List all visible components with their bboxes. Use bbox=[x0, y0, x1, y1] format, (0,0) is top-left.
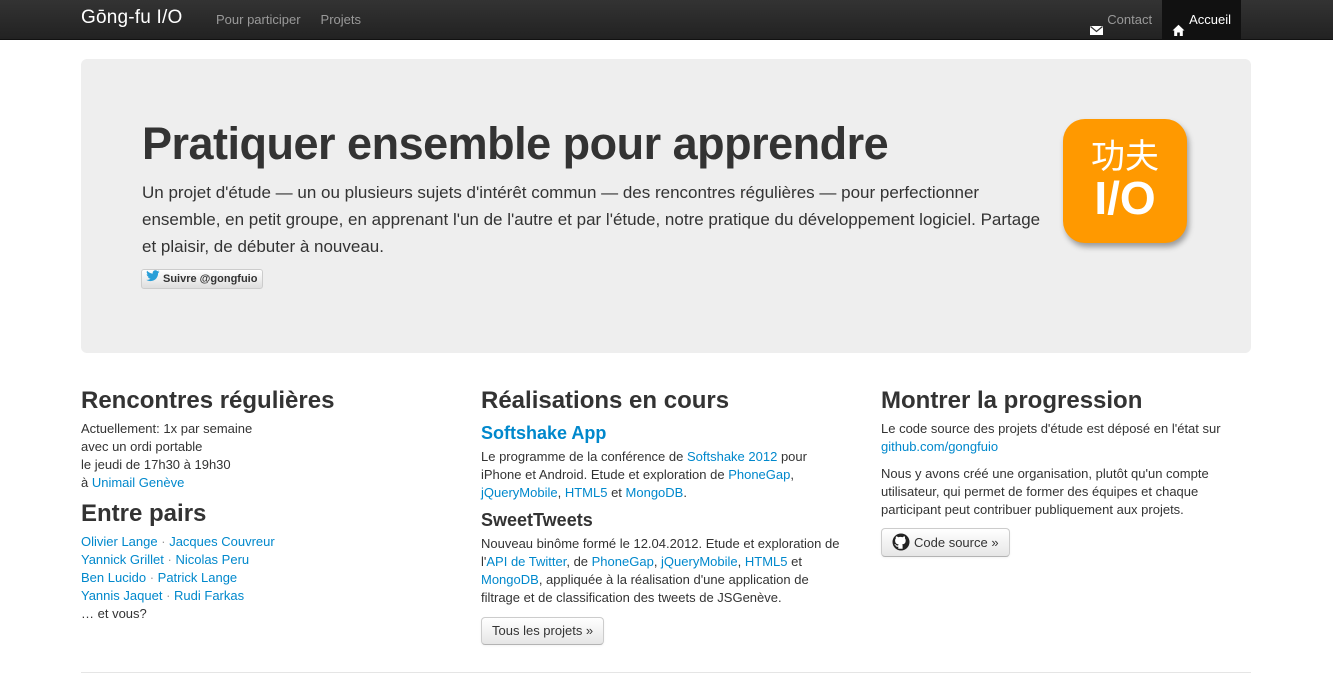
jquerymobile-link[interactable]: jQueryMobile bbox=[481, 485, 558, 500]
peer-link[interactable]: Yannis Jaquet bbox=[81, 588, 162, 603]
column-meetings: Rencontres régulières Actuellement: 1x p… bbox=[81, 385, 451, 623]
peers-and-you: … et vous? bbox=[81, 606, 147, 621]
peers-row: Yannis Jaquet · Rudi Farkas bbox=[81, 587, 451, 605]
nav-accueil[interactable]: Accueil bbox=[1162, 0, 1241, 39]
code-source-label: Code source » bbox=[914, 535, 999, 550]
progress-p1: Le code source des projets d'étude est d… bbox=[881, 420, 1251, 456]
nav-left: Pour participer Projets bbox=[206, 0, 371, 39]
nav-right: Contact Accueil bbox=[1080, 0, 1241, 39]
progress-title: Montrer la progression bbox=[881, 387, 1143, 414]
peer-link[interactable]: Patrick Lange bbox=[158, 570, 238, 585]
softshake-title[interactable]: Softshake App bbox=[481, 421, 851, 445]
all-projects-button[interactable]: Tous les projets » bbox=[481, 617, 605, 645]
jquerymobile-link[interactable]: jQueryMobile bbox=[661, 554, 738, 569]
hero-lead: Un projet d'étude — un ou plusieurs suje… bbox=[142, 183, 1041, 256]
nav-contact[interactable]: Contact bbox=[1080, 0, 1162, 39]
twitter-follow-label: Suivre @gongfuio bbox=[163, 273, 258, 285]
meetings-place: à Unimail Genève bbox=[81, 474, 451, 492]
peers-row: Olivier Lange · Jacques Couvreur bbox=[81, 533, 451, 551]
meetings-line: avec un ordi portable bbox=[81, 439, 203, 454]
logo-han: 功夫 bbox=[1091, 137, 1159, 177]
softshake-description: Le programme de la conférence de Softsha… bbox=[481, 448, 851, 502]
text: Le code source des projets d'étude est d… bbox=[881, 421, 1221, 436]
twitter-follow-button[interactable]: Suivre @gongfuio bbox=[141, 269, 264, 289]
envelope-icon bbox=[1090, 13, 1104, 35]
phonegap-link[interactable]: PhoneGap bbox=[592, 554, 654, 569]
text: , bbox=[737, 554, 745, 569]
twitter-api-link[interactable]: API de Twitter bbox=[486, 554, 566, 569]
peer-link[interactable]: Ben Lucido bbox=[81, 570, 146, 585]
nav-projets[interactable]: Projets bbox=[311, 0, 371, 39]
peers-title: Entre pairs bbox=[81, 500, 207, 527]
column-projects: Réalisations en cours Softshake App Le p… bbox=[481, 385, 851, 645]
place-prefix: à bbox=[81, 475, 92, 490]
separator: · bbox=[149, 570, 155, 585]
github-icon bbox=[892, 533, 910, 551]
peer-link[interactable]: Olivier Lange bbox=[81, 534, 158, 549]
meetings-line: Actuellement: 1x par semaine bbox=[81, 421, 253, 436]
github-link[interactable]: github.com/gongfuio bbox=[881, 439, 998, 454]
hero-title: Pratiquer ensemble pour apprendre bbox=[142, 118, 889, 169]
navbar: Gōng-fu I/O Pour participer Projets Cont… bbox=[0, 0, 1333, 40]
peers-list: Olivier Lange · Jacques Couvreur Yannick… bbox=[81, 533, 451, 623]
nav-contact-label: Contact bbox=[1107, 12, 1153, 27]
brand-link[interactable]: Gōng-fu I/O bbox=[81, 7, 182, 29]
separator: · bbox=[166, 588, 171, 603]
meetings-info: Actuellement: 1x par semaine avec un ord… bbox=[81, 420, 451, 492]
text: , de bbox=[566, 554, 592, 569]
nav-accueil-label: Accueil bbox=[1189, 12, 1231, 27]
peer-link[interactable]: Yannick Grillet bbox=[81, 552, 164, 567]
home-icon bbox=[1172, 13, 1185, 36]
gongfu-io-logo: 功夫 I/O bbox=[1063, 119, 1187, 243]
separator: · bbox=[161, 534, 166, 549]
phonegap-link[interactable]: PhoneGap bbox=[728, 467, 790, 482]
meetings-title: Rencontres régulières bbox=[81, 387, 335, 414]
column-progress: Montrer la progression Le code source de… bbox=[881, 385, 1251, 557]
peers-row: Ben Lucido · Patrick Lange bbox=[81, 569, 451, 587]
twitter-bird-icon bbox=[146, 270, 160, 288]
code-source-wrap: Code source » bbox=[881, 528, 1251, 557]
html5-link[interactable]: HTML5 bbox=[565, 485, 608, 500]
projects-title: Réalisations en cours bbox=[481, 387, 730, 414]
html5-link[interactable]: HTML5 bbox=[745, 554, 788, 569]
mongodb-link[interactable]: MongoDB bbox=[626, 485, 684, 500]
text: et bbox=[607, 485, 626, 500]
footer-divider bbox=[81, 672, 1251, 673]
progress-p2: Nous y avons créé une organisation, plut… bbox=[881, 466, 1209, 517]
mongodb-link[interactable]: MongoDB bbox=[481, 572, 539, 587]
text: et bbox=[787, 554, 802, 569]
meetings-line: le jeudi de 17h30 à 19h30 bbox=[81, 457, 231, 472]
separator: · bbox=[167, 552, 172, 567]
all-projects-wrap: Tous les projets » bbox=[481, 617, 851, 645]
text: , bbox=[653, 554, 662, 569]
peer-link[interactable]: Rudi Farkas bbox=[174, 588, 244, 603]
softshake-link[interactable]: Softshake 2012 bbox=[687, 449, 777, 464]
sweettweets-title: SweetTweets bbox=[481, 510, 593, 530]
hero-unit: Pratiquer ensemble pour apprendre Un pro… bbox=[81, 59, 1251, 353]
logo-io: I/O bbox=[1094, 172, 1156, 224]
peers-row: Yannick Grillet · Nicolas Peru bbox=[81, 551, 451, 569]
text: . bbox=[683, 485, 687, 500]
peer-link[interactable]: Nicolas Peru bbox=[175, 552, 249, 567]
sweettweets-description: Nouveau binôme formé le 12.04.2012. Etud… bbox=[481, 535, 851, 607]
unimail-link[interactable]: Unimail Genève bbox=[92, 475, 185, 490]
text: , bbox=[790, 467, 794, 482]
nav-pour-participer[interactable]: Pour participer bbox=[206, 0, 311, 39]
text: , bbox=[557, 485, 565, 500]
code-source-button[interactable]: Code source » bbox=[881, 528, 1010, 557]
text: Le programme de la conférence de bbox=[481, 449, 687, 464]
peer-link[interactable]: Jacques Couvreur bbox=[169, 534, 275, 549]
